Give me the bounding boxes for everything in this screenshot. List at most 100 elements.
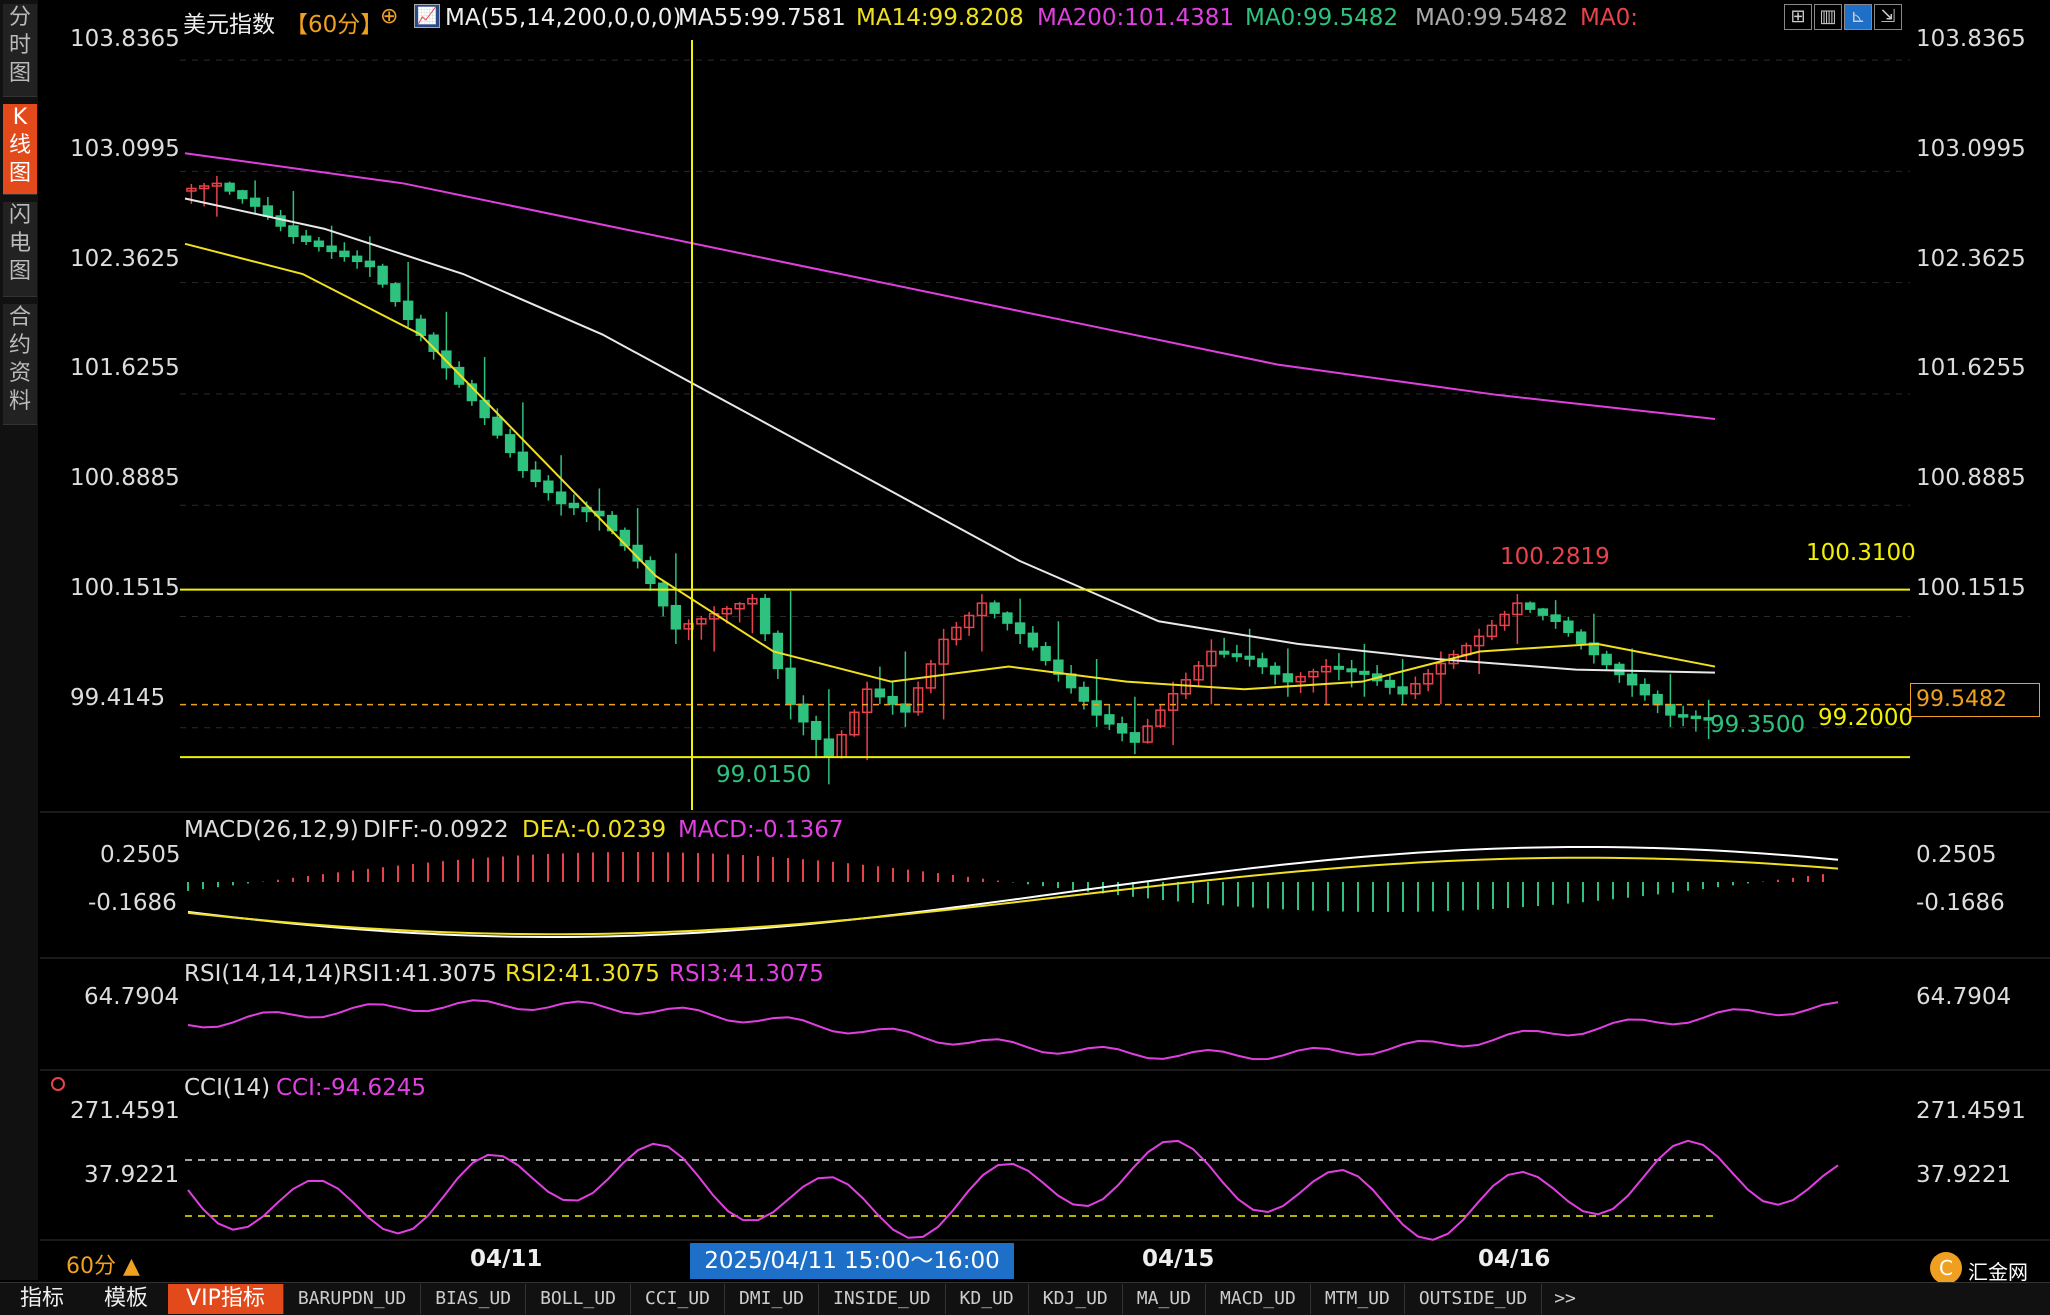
candle-body — [1665, 703, 1676, 716]
bottom-tab-indicator-10[interactable]: MTM_UD — [1309, 1284, 1404, 1314]
brand-name: 汇金网 — [1968, 1260, 2028, 1284]
candle-body — [530, 469, 541, 483]
candle-body — [785, 667, 796, 706]
candle-body — [224, 182, 235, 192]
candle-body — [1384, 679, 1396, 688]
indicator-tab-bar: 指标 模板 VIP指标 BARUPDN_UD BIAS_UD BOLL_UD CCI_UD D… — [0, 1282, 2050, 1315]
candle-body — [390, 283, 401, 303]
time-label-2: 04/16 — [1478, 1246, 1551, 1272]
ma14-line — [184, 242, 1716, 691]
candle-body — [670, 604, 682, 630]
candle-body — [1346, 668, 1357, 673]
macd-tick-right-0: 0.2505 — [1916, 842, 1997, 868]
rsi-3: RSI3:41.3075 — [669, 961, 824, 987]
candle-body — [1601, 653, 1612, 666]
macd-value: MACD:-0.1367 — [678, 817, 844, 843]
alert-icon — [51, 1077, 65, 1091]
candle-body — [1014, 622, 1026, 635]
price-tick-right-2: 102.3625 — [1916, 246, 2026, 272]
bottom-tab-main-0[interactable]: 指标 — [0, 1284, 84, 1314]
bottom-tab-indicator-8[interactable]: MA_UD — [1121, 1284, 1205, 1314]
candle-body — [543, 480, 554, 493]
cci-line — [187, 1139, 1839, 1241]
rsi-title: RSI(14,14,14) — [184, 961, 342, 987]
bottom-tab-vip[interactable]: VIP指标 — [168, 1284, 283, 1314]
bottom-tab-indicator-0[interactable]: BARUPDN_UD — [282, 1284, 420, 1314]
price-tick-right-1: 103.0995 — [1916, 136, 2026, 162]
macd-tick-left-0: 0.2505 — [100, 842, 181, 868]
candle-body — [1116, 723, 1128, 734]
candle-body — [492, 416, 503, 436]
candle-body — [1231, 653, 1243, 658]
crosshair-date-label: 2025/04/11 15:00～16:00 五 — [690, 1243, 1014, 1310]
price-tick-left-0: 103.8365 — [70, 26, 180, 52]
candle-body — [759, 597, 771, 635]
candle-body — [1333, 665, 1345, 670]
bottom-tab-indicator-6[interactable]: KD_UD — [944, 1284, 1028, 1314]
candle-body — [237, 190, 248, 200]
bottom-tab-more[interactable]: >> — [1541, 1284, 1588, 1314]
level-resistance-label: 100.3100 — [1806, 540, 1916, 566]
cci-tick-left-1: 37.9221 — [84, 1162, 180, 1188]
candle-body — [326, 245, 337, 253]
price-tick-left-4: 100.8885 — [70, 465, 180, 491]
candle-body — [517, 451, 529, 472]
candle-body — [1563, 620, 1574, 633]
macd-tick-left-1: -0.1686 — [88, 890, 177, 916]
price-tick-right-3: 101.6255 — [1916, 355, 2026, 381]
candle-body — [1626, 673, 1638, 686]
bottom-tab-indicator-5[interactable]: INSIDE_UD — [818, 1284, 945, 1314]
candle-body — [568, 502, 580, 509]
bottom-tab-indicator-7[interactable]: KDJ_UD — [1027, 1284, 1122, 1314]
candle-body — [1257, 658, 1268, 668]
ma55-line — [184, 197, 1716, 674]
candle-body — [1282, 673, 1294, 683]
bottom-tab-indicator-3[interactable]: CCI_UD — [629, 1284, 724, 1314]
macd-title: MACD(26,12,9) — [184, 817, 359, 843]
price-tick-right-4: 100.8885 — [1916, 465, 2026, 491]
candle-body — [1614, 663, 1625, 676]
candle-body — [1218, 650, 1230, 655]
candle-body — [874, 688, 886, 698]
price-tick-left-3: 101.6255 — [70, 355, 180, 381]
cci-tick-right-1: 37.9221 — [1916, 1162, 2012, 1188]
candle-body — [1091, 700, 1102, 716]
rsi-tick-right-0: 64.7904 — [1916, 984, 2012, 1010]
candle-body — [1690, 715, 1702, 720]
bottom-tab-indicator-11[interactable]: OUTSIDE_UD — [1403, 1284, 1541, 1314]
candle-body — [657, 582, 669, 607]
level-support-label: 99.2000 — [1818, 705, 1914, 731]
candle-body — [1078, 686, 1090, 702]
candle-body — [339, 250, 350, 258]
candle-body — [1652, 693, 1663, 706]
period-switch[interactable]: 60分 ▲ — [66, 1248, 140, 1280]
brand-logo-icon: C — [1930, 1252, 1962, 1284]
candle-body — [1677, 714, 1689, 718]
candle-body — [351, 255, 363, 263]
rsi-tick-left-0: 64.7904 — [84, 984, 180, 1010]
rsi-line — [187, 999, 1839, 1061]
candle-body — [275, 215, 286, 227]
candle-body — [1269, 665, 1281, 675]
candle-body — [249, 197, 261, 207]
bottom-tab-main-1[interactable]: 模板 — [84, 1284, 168, 1314]
bottom-tab-indicator-1[interactable]: BIAS_UD — [420, 1284, 525, 1314]
candle-body — [887, 695, 898, 705]
candle-body — [1040, 646, 1051, 662]
macd-diff: DIFF:-0.0922 — [363, 817, 509, 843]
rsi-1: RSI1:41.3075 — [342, 961, 497, 987]
candle-body — [504, 434, 516, 454]
macd-dea: DEA:-0.0239 — [522, 817, 667, 843]
candle-body — [810, 721, 822, 740]
bottom-tab-indicator-2[interactable]: BOLL_UD — [525, 1284, 630, 1314]
time-label-0: 04/11 — [470, 1246, 543, 1272]
cci-tick-right-0: 271.4591 — [1916, 1098, 2026, 1124]
bottom-tab-indicator-4[interactable]: DMI_UD — [723, 1284, 818, 1314]
candle-body — [1639, 683, 1651, 696]
cci-title: CCI(14) — [184, 1075, 271, 1101]
candle-body — [1002, 612, 1013, 624]
price-tick-right-0: 103.8365 — [1916, 26, 2026, 52]
candle-body — [262, 205, 274, 217]
bottom-tab-indicator-9[interactable]: MACD_UD — [1204, 1284, 1310, 1314]
candle-body — [989, 602, 1000, 614]
